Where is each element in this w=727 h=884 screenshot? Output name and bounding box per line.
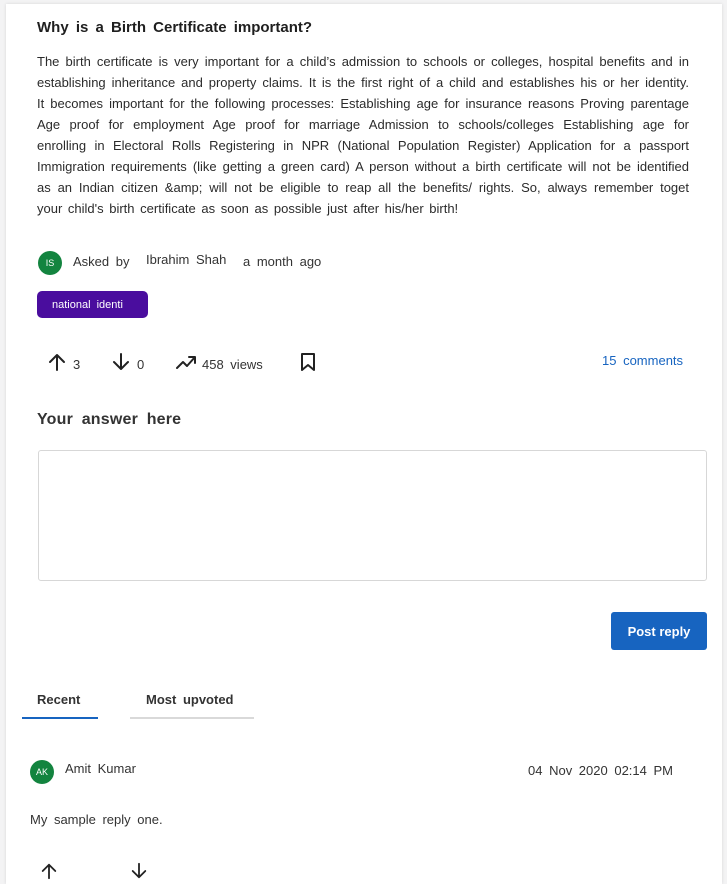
author-avatar: IS (38, 251, 62, 275)
bookmark-icon[interactable] (299, 352, 317, 372)
tab-most-upvoted[interactable]: Most upvoted (146, 692, 234, 707)
question-body: The birth certificate is very important … (37, 54, 689, 216)
upvote-icon[interactable] (47, 352, 67, 372)
answer-heading: Your answer here (37, 411, 182, 428)
tab-most-upvoted-underline (130, 717, 254, 719)
time-ago: a month ago (243, 254, 322, 269)
reply-upvote-icon[interactable] (40, 862, 58, 880)
comments-link[interactable]: 15 comments (602, 353, 683, 368)
downvote-count: 0 (137, 357, 145, 372)
reply-author-avatar: AK (30, 760, 54, 784)
answer-input[interactable] (38, 450, 707, 581)
author-name[interactable]: Ibrahim Shah (146, 252, 226, 267)
views-count: 458 views (202, 357, 263, 372)
tab-recent-underline (22, 717, 98, 719)
reply-date: 04 Nov 2020 02:14 PM (528, 763, 673, 778)
tab-recent[interactable]: Recent (37, 692, 80, 707)
asked-by-label: Asked by (73, 254, 130, 269)
tag-chip[interactable]: national identi (37, 291, 148, 318)
post-reply-button[interactable]: Post reply (611, 612, 707, 650)
reply-author-name[interactable]: Amit Kumar (65, 761, 136, 776)
reply-downvote-icon[interactable] (130, 862, 148, 880)
downvote-icon[interactable] (111, 352, 131, 372)
trending-icon (175, 352, 197, 372)
upvote-count: 3 (73, 357, 81, 372)
question-title: Why is a Birth Certificate important? (37, 19, 313, 36)
reply-text: My sample reply one. (30, 812, 163, 827)
